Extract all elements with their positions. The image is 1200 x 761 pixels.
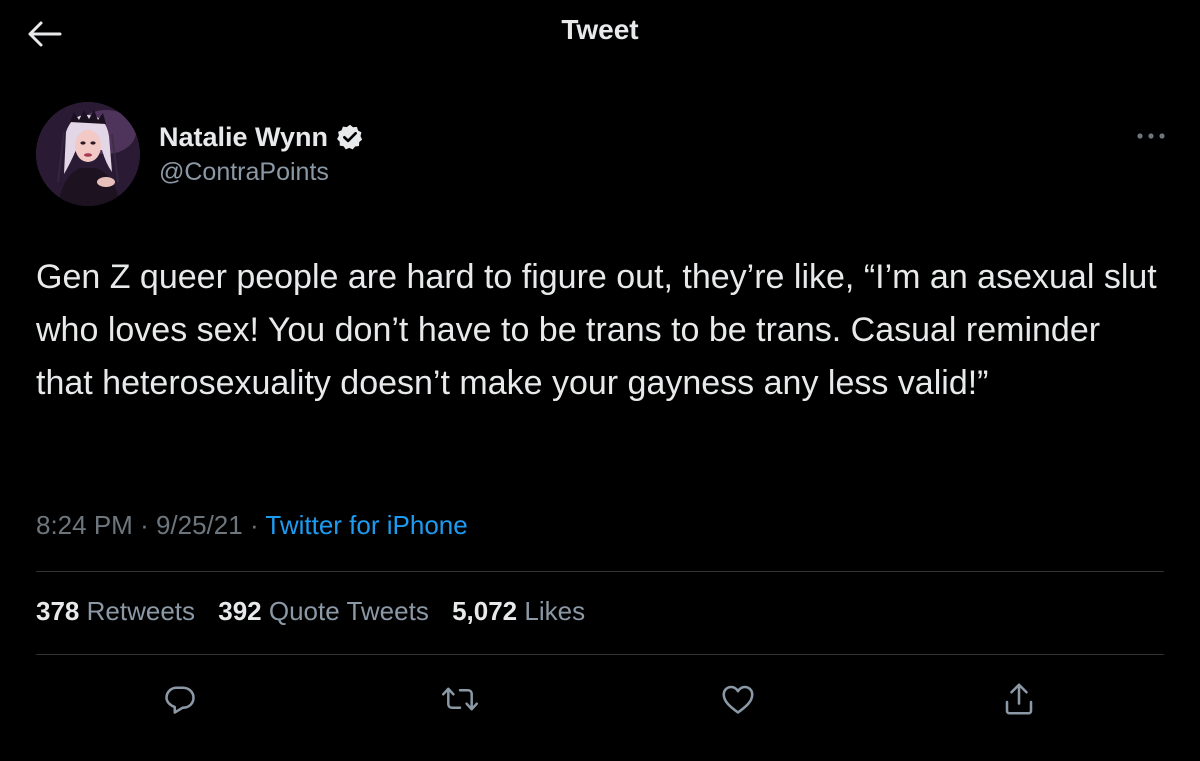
divider [36, 654, 1164, 655]
tweet-text: Gen Z queer people are hard to figure ou… [36, 258, 1167, 402]
quote-tweets-stat[interactable]: 392 Quote Tweets [218, 596, 436, 626]
share-icon [1002, 681, 1036, 717]
back-button[interactable] [22, 14, 66, 54]
verified-badge-icon [336, 123, 364, 151]
retweets-label: Retweets [86, 596, 196, 626]
tweet-author: Natalie Wynn @ContraPoints [36, 102, 1166, 212]
quote-tweets-label: Quote Tweets [268, 596, 429, 626]
display-name[interactable]: Natalie Wynn [159, 122, 328, 153]
name-row: Natalie Wynn [159, 120, 364, 154]
heart-icon [720, 682, 756, 716]
user-handle[interactable]: @ContraPoints [159, 158, 329, 187]
reply-button[interactable] [155, 674, 205, 724]
meta-separator: · [140, 510, 149, 540]
more-options-button[interactable] [1134, 124, 1168, 148]
reply-icon [162, 681, 198, 717]
top-bar: Tweet [0, 0, 1200, 66]
avatar[interactable] [36, 102, 140, 206]
retweets-stat[interactable]: 378 Retweets [36, 596, 202, 626]
tweet-source-link[interactable]: Twitter for iPhone [265, 510, 467, 540]
retweets-count: 378 [36, 596, 80, 626]
tweet-actions [0, 674, 1200, 724]
more-horizontal-icon [1136, 132, 1166, 140]
tweet-time[interactable]: 8:24 PM [36, 510, 133, 540]
arrow-left-icon [26, 20, 62, 48]
quote-tweets-count: 392 [218, 596, 262, 626]
retweet-button[interactable] [435, 674, 485, 724]
tweet-date[interactable]: 9/25/21 [156, 510, 243, 540]
engagement-stats: 378 Retweets 392 Quote Tweets 5,072 Like… [36, 596, 601, 627]
retweet-icon [441, 681, 479, 717]
divider [36, 571, 1164, 572]
likes-stat[interactable]: 5,072 Likes [452, 596, 585, 626]
share-button[interactable] [994, 674, 1044, 724]
likes-count: 5,072 [452, 596, 518, 626]
like-button[interactable] [713, 674, 763, 724]
tweet-metadata: 8:24 PM · 9/25/21 · Twitter for iPhone [36, 510, 468, 541]
page-title: Tweet [561, 14, 639, 45]
likes-label: Likes [524, 596, 586, 626]
meta-separator: · [249, 510, 259, 540]
